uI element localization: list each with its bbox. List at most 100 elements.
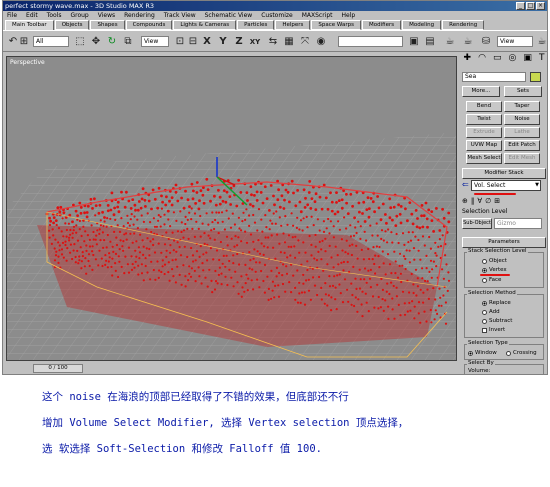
menu-tools[interactable]: Tools [47,11,62,20]
menu-customize[interactable]: Customize [261,11,293,20]
render-scene-icon[interactable]: ☕ [443,35,457,49]
tab-shapes[interactable]: Shapes [90,20,125,30]
render-options-icon[interactable]: ☕ [535,35,547,49]
window-controls: _ □ × [516,2,545,10]
tab-objects[interactable]: Objects [54,20,90,30]
radio-vertex[interactable]: Vertex [482,266,507,274]
menu-views[interactable]: Views [98,11,115,20]
title-bar: perfect stormy wave.max - 3D Studio MAX … [3,1,547,11]
selection-method-label: Selection Method [467,290,517,297]
close-button[interactable]: × [536,2,545,10]
named-selection-edit-icon[interactable]: ▣ [407,35,421,49]
menu-track-view[interactable]: Track View [164,11,196,20]
axis-xy-button[interactable]: XY [248,35,262,49]
radio-crossing[interactable]: Crossing [506,349,537,357]
display-tab-icon[interactable]: ▣ [523,53,532,67]
menu-file[interactable]: File [7,11,17,20]
modifier-edit-patch-button[interactable]: Edit Patch [504,140,540,151]
named-selection-dropdown[interactable] [338,36,403,47]
object-name-field[interactable]: Sea [462,72,526,82]
menu-rendering[interactable]: Rendering [124,11,155,20]
tab-modifiers[interactable]: Modifiers [361,20,402,30]
menu-help[interactable]: Help [342,11,356,20]
render-view-dropdown[interactable]: View [497,36,533,47]
stack-tools-icons[interactable]: ⊕‖∀∅⊞ [462,197,503,205]
tab-modeling[interactable]: Modeling [402,20,442,30]
radio-add[interactable]: Add [482,308,500,316]
rotate-icon[interactable]: ↻ [105,35,119,49]
modifier-taper-button[interactable]: Taper [504,101,540,112]
select-object-icon[interactable]: ⬚ [73,35,87,49]
modifier-bend-button[interactable]: Bend [466,101,502,112]
modifier-extrude-button[interactable]: Extrude [466,127,502,138]
status-bar: 0 / 100 [3,362,459,374]
viewport-label[interactable]: Perspective [10,59,45,66]
radio-window[interactable]: Window [468,349,497,357]
modifier-edit-mesh-button[interactable]: Edit Mesh [504,153,540,164]
menu-bar: File Edit Tools Group Views Rendering Tr… [3,11,547,20]
pin-stack-icon[interactable]: ⇐ [462,180,469,189]
radio-object[interactable]: Object [482,257,507,265]
selection-filter-dropdown[interactable]: All [33,36,69,47]
radio-crossing-label: Crossing [513,350,537,356]
menu-maxscript[interactable]: MAXScript [302,11,333,20]
axis-y-button[interactable]: Y [216,35,230,49]
object-color-swatch[interactable] [530,72,541,82]
material-editor-icon[interactable]: ◉ [314,35,328,49]
reference-coordinate-dropdown[interactable]: View [141,36,169,47]
modify-tab-icon[interactable]: ◠ [478,53,486,67]
tab-space-warps[interactable]: Space Warps [311,20,361,30]
menu-group[interactable]: Group [70,11,88,20]
tab-rendering[interactable]: Rendering [442,20,485,30]
modifier-uvw-map-button[interactable]: UVW Map [466,140,502,151]
sub-object-dropdown[interactable]: Gizmo [494,218,542,229]
sets-button[interactable]: Sets [504,86,542,97]
command-panel: ✚ ◠ ▭ ◎ ▣ T Sea More... Sets Bend Taper … [460,53,547,374]
tab-lights-cameras[interactable]: Lights & Cameras [173,20,237,30]
array-icon[interactable]: ▦ [282,35,296,49]
perspective-viewport[interactable]: Perspective [6,56,457,361]
more-button[interactable]: More... [462,86,500,97]
axis-x-button[interactable]: X [200,35,214,49]
tab-main-toolbar[interactable]: Main Toolbar [5,20,54,30]
scale-icon[interactable]: ⧉ [121,35,135,49]
hierarchy-tab-icon[interactable]: ▭ [493,53,502,67]
radio-face[interactable]: Face [482,276,501,284]
time-slider[interactable]: 0 / 100 [33,364,83,373]
tab-helpers[interactable]: Helpers [275,20,311,30]
select-link-icon[interactable]: ⊞ [17,35,31,49]
utilities-tab-icon[interactable]: T [539,53,545,67]
radio-window-label: Window [475,350,497,356]
mirror-icon[interactable]: ⇆ [266,35,280,49]
maximize-button[interactable]: □ [526,2,535,10]
sub-object-button[interactable]: Sub-Object [462,218,492,229]
menu-edit[interactable]: Edit [26,11,38,20]
modifier-lathe-button[interactable]: Lathe [504,127,540,138]
modifier-mesh-select-button[interactable]: Mesh Select [466,153,502,164]
invert-checkbox[interactable]: Invert [482,326,505,334]
tab-compounds[interactable]: Compounds [125,20,173,30]
radio-subtract-label: Subtract [489,318,513,324]
menu-schematic-view[interactable]: Schematic View [205,11,253,20]
align-icon[interactable]: ⤧ [298,35,312,49]
axis-z-button[interactable]: Z [232,35,246,49]
stack-selection-level-label: Stack Selection Level [467,248,528,255]
motion-tab-icon[interactable]: ◎ [509,53,517,67]
modifier-noise-button[interactable]: Noise [504,114,540,125]
move-icon[interactable]: ✥ [89,35,103,49]
tab-particles[interactable]: Particles [237,20,275,30]
pivot-icon[interactable]: ⊡ [173,35,187,49]
quick-render-icon[interactable]: ☕ [461,35,475,49]
track-view-icon[interactable]: ▤ [423,35,437,49]
select-by-volume-label: Volume: [468,368,491,374]
radio-subtract[interactable]: Subtract [482,317,512,325]
radio-replace[interactable]: Replace [482,299,511,307]
parameters-rollout[interactable]: Parameters [462,237,546,248]
minimize-button[interactable]: _ [516,2,525,10]
pivot-center-icon[interactable]: ⊟ [186,35,200,49]
create-tab-icon[interactable]: ✚ [464,53,472,67]
modifier-stack-dropdown[interactable]: Vol. Select ▼ [471,180,541,191]
render-last-icon[interactable]: ⛁ [479,35,493,49]
modifier-twist-button[interactable]: Twist [466,114,502,125]
modifier-stack-rollout[interactable]: Modifier Stack [462,168,546,179]
